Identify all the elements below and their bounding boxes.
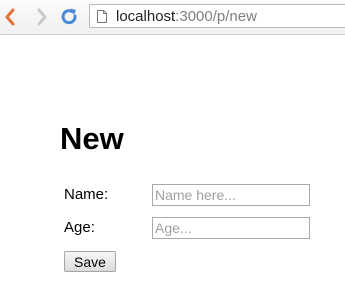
- back-button[interactable]: [0, 4, 22, 30]
- name-input[interactable]: [152, 184, 310, 206]
- url-path: :3000/p/new: [175, 8, 257, 25]
- name-label: Name:: [64, 186, 109, 203]
- page-icon: [97, 10, 107, 23]
- page-title: New: [60, 121, 124, 156]
- back-arrow-icon: [5, 8, 15, 26]
- url-text: localhost:3000/p/new: [116, 8, 257, 25]
- address-bar[interactable]: localhost:3000/p/new: [89, 4, 345, 28]
- age-label: Age:: [64, 219, 95, 236]
- url-host: localhost: [116, 8, 176, 25]
- forward-arrow-icon: [37, 8, 47, 26]
- save-button[interactable]: Save: [64, 251, 116, 272]
- reload-icon: [61, 8, 77, 25]
- browser-toolbar: localhost:3000/p/new: [0, 0, 345, 35]
- reload-button[interactable]: [58, 4, 80, 30]
- age-input[interactable]: [152, 217, 310, 239]
- forward-button[interactable]: [30, 4, 52, 30]
